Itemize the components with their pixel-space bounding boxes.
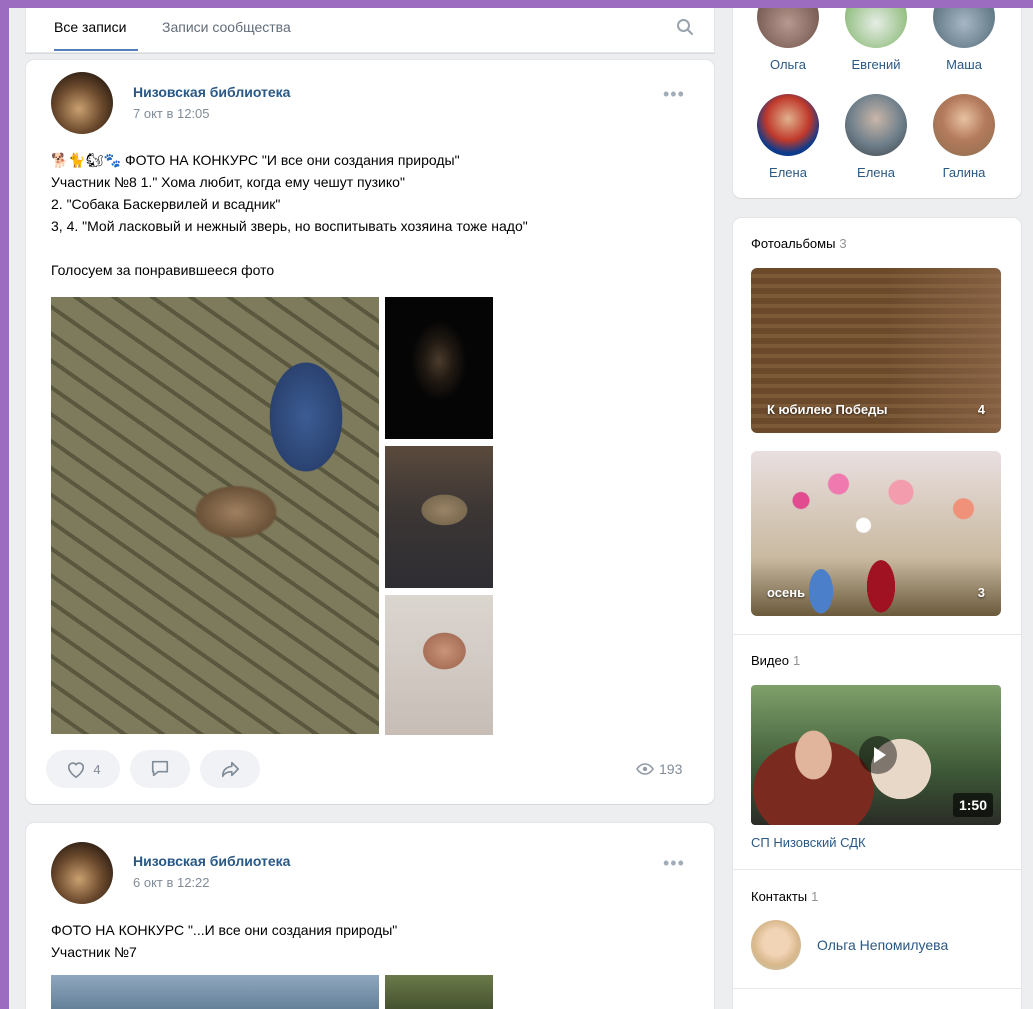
- comment-button[interactable]: [130, 750, 190, 788]
- friend-item[interactable]: Евгений: [836, 8, 916, 72]
- album-label: К юбилею Победы: [767, 402, 888, 417]
- friend-avatar: [845, 94, 907, 156]
- post-photo[interactable]: [51, 975, 379, 1009]
- video-count: 1: [792, 653, 801, 668]
- post-photo-dark-dog[interactable]: [385, 297, 493, 439]
- author-avatar[interactable]: [51, 72, 113, 134]
- section-divider: [733, 634, 1021, 635]
- like-count: 4: [93, 761, 101, 777]
- views-counter: 193: [636, 761, 682, 777]
- friend-avatar: [933, 94, 995, 156]
- post-photo[interactable]: [385, 975, 493, 1009]
- section-divider: [733, 869, 1021, 870]
- friend-name: Елена: [769, 165, 807, 180]
- albums-title: Фотоальбомы: [751, 236, 836, 251]
- album-label: осень: [767, 585, 806, 600]
- contacts-count: 1: [811, 889, 819, 904]
- wall-tabs: Все записи Записи сообщества: [26, 8, 714, 53]
- post-photo-kid-cat[interactable]: [385, 595, 493, 735]
- post-photo-cat[interactable]: [385, 446, 493, 588]
- contacts-header[interactable]: Контакты 1: [751, 889, 818, 904]
- album-card[interactable]: К юбилею Победы 4: [751, 268, 1001, 433]
- more-icon[interactable]: •••: [663, 853, 685, 874]
- eye-icon: [636, 763, 654, 775]
- video-thumbnail[interactable]: 1:50: [751, 685, 1001, 825]
- friend-avatar: [845, 8, 907, 48]
- share-icon: [221, 761, 239, 778]
- post-author[interactable]: Низовская библиотека: [133, 853, 290, 869]
- friend-avatar: [757, 94, 819, 156]
- album-count: 3: [977, 585, 985, 600]
- friend-item[interactable]: Елена: [836, 94, 916, 180]
- friend-name: Евгений: [851, 57, 901, 72]
- like-button[interactable]: 4: [46, 750, 120, 788]
- tab-all-posts[interactable]: Все записи: [54, 19, 126, 35]
- friend-name: Ольга: [769, 57, 806, 72]
- video-title: Видео: [751, 653, 789, 668]
- author-avatar[interactable]: [51, 842, 113, 904]
- friend-item[interactable]: Елена: [748, 94, 828, 180]
- friends-block: Ольга Евгений Маша Елена Елена Галина: [733, 8, 1021, 198]
- albums-count: 3: [839, 236, 847, 251]
- friend-avatar: [757, 8, 819, 48]
- album-count: 4: [977, 402, 985, 417]
- post-photo-dog[interactable]: [51, 297, 379, 734]
- comment-icon: [151, 760, 169, 777]
- heart-icon: [68, 762, 85, 779]
- friend-item[interactable]: Галина: [924, 94, 1004, 180]
- post-text: 🐕🐈🐿🐾 ФОТО НА КОНКУРС "И все они создания…: [51, 152, 528, 278]
- friend-name: Галина: [942, 165, 986, 180]
- more-icon[interactable]: •••: [663, 84, 685, 105]
- search-icon[interactable]: [676, 18, 694, 36]
- tab-community-posts[interactable]: Записи сообщества: [162, 19, 291, 35]
- friend-name: Елена: [857, 165, 895, 180]
- friend-name: Маша: [946, 57, 982, 72]
- section-divider: [733, 988, 1021, 989]
- post-text: ФОТО НА КОНКУРС "...И все они создания п…: [51, 922, 398, 960]
- sidebar-media-block: Фотоальбомы 3 К юбилею Победы 4 осень 3 В…: [733, 218, 1021, 1009]
- contact-avatar[interactable]: [751, 920, 801, 970]
- post-author[interactable]: Низовская библиотека: [133, 84, 290, 100]
- post-date[interactable]: 6 окт в 12:22: [133, 875, 210, 890]
- post-date[interactable]: 7 окт в 12:05: [133, 106, 210, 121]
- post-card: Низовская библиотека 6 окт в 12:22 ••• Ф…: [26, 823, 714, 1009]
- views-count: 193: [659, 761, 683, 777]
- page: Все записи Записи сообщества Низовская б…: [9, 8, 1033, 1009]
- albums-header[interactable]: Фотоальбомы 3: [751, 236, 847, 251]
- friend-item[interactable]: Маша: [924, 8, 1004, 72]
- video-duration: 1:50: [952, 793, 993, 817]
- share-button[interactable]: [200, 750, 260, 788]
- post-card: Низовская библиотека 7 окт в 12:05 ••• 🐕…: [26, 60, 714, 804]
- video-caption[interactable]: СП Низовский СДК: [751, 835, 866, 850]
- contacts-title: Контакты: [751, 889, 808, 904]
- friend-item[interactable]: Ольга: [748, 8, 828, 72]
- active-tab-indicator: [54, 49, 138, 51]
- play-icon[interactable]: [859, 736, 897, 774]
- album-card[interactable]: осень 3: [751, 451, 1001, 616]
- friend-avatar: [933, 8, 995, 48]
- contact-name[interactable]: Ольга Непомилуева: [817, 937, 948, 953]
- video-header[interactable]: Видео 1: [751, 653, 800, 668]
